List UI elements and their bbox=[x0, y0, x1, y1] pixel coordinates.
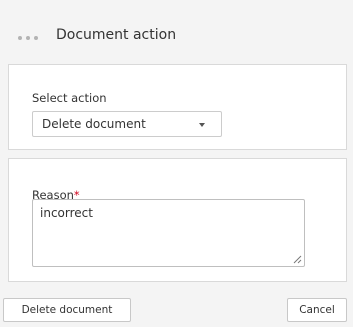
ellipsis-icon[interactable] bbox=[18, 36, 38, 40]
document-action-dialog: Document action Select action Delete doc… bbox=[0, 0, 353, 327]
dialog-title: Document action bbox=[56, 27, 177, 43]
action-select[interactable]: Delete document bbox=[32, 111, 222, 137]
reason-textarea-value: incorrect bbox=[40, 206, 93, 220]
delete-document-button[interactable]: Delete document bbox=[3, 298, 131, 322]
cancel-button[interactable]: Cancel bbox=[287, 298, 347, 322]
reason-textarea[interactable]: incorrect bbox=[32, 199, 305, 267]
chevron-down-icon bbox=[199, 123, 205, 127]
select-action-panel: Select action Delete document bbox=[8, 64, 347, 150]
resize-grip-icon[interactable] bbox=[293, 255, 302, 264]
dialog-header: Document action bbox=[0, 0, 353, 54]
reason-panel: Reason* incorrect bbox=[8, 158, 347, 282]
select-action-label: Select action bbox=[32, 91, 107, 105]
action-select-value: Delete document bbox=[42, 117, 146, 131]
